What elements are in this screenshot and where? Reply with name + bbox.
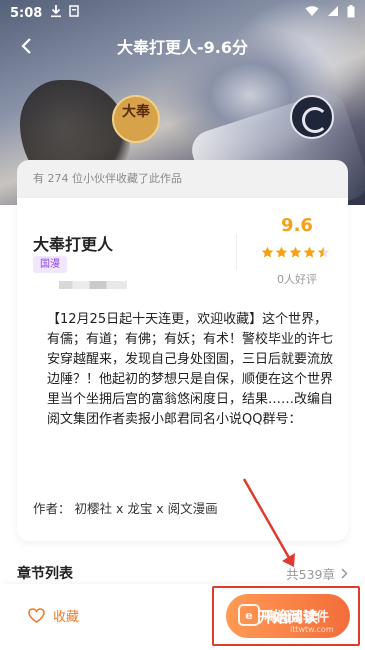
wifi-icon [305,5,319,21]
start-reading-label: 开始阅读 [257,607,318,626]
book-description: 【12月25日起十天连更，欢迎收藏】这个世界，有儒；有道；有佛；有妖；有术！警校… [47,312,334,427]
chapter-count-link[interactable]: 共539章 [286,564,348,583]
bottom-action-bar: 收藏 开始阅读 [0,584,365,650]
cover-seal-text: 大奉 [122,104,150,120]
genre-tag[interactable]: 国漫 [33,256,67,273]
chapter-list-header: 章节列表 共539章 [17,562,348,584]
notification-icon [68,5,80,21]
start-reading-button[interactable]: 开始阅读 [226,594,350,638]
rating-score: 9.6 [281,215,313,236]
title-bar: 大奉打更人-9.6分 [0,26,365,66]
battery-icon [347,4,355,22]
star-icon [289,246,302,258]
back-button[interactable] [12,32,40,60]
collect-label: 收藏 [53,610,80,625]
chevron-right-icon [341,567,348,579]
star-icon [275,246,288,258]
collect-count-note: 有 274 位小伙伴收藏了此作品 [17,160,348,198]
rating-stars [261,246,330,258]
obscured-qq-number [59,281,127,289]
chapter-list-title: 章节列表 [17,566,73,582]
book-info-card: 大奉打更人 国漫 9.6 0人好评 【12月25日起十天连更，欢迎收藏】这个世界… [17,198,348,541]
download-icon [50,4,62,22]
book-title: 大奉打更人 [33,235,114,254]
status-time: 5:08 [10,5,43,21]
rating-count: 0人好评 [277,273,317,286]
signal-icon [327,5,339,21]
status-bar: 5:08 [0,0,365,26]
back-arrow-icon [21,38,31,54]
collect-count-text: 有 274 位小伙伴收藏了此作品 [33,172,182,185]
collect-button[interactable]: 收藏 [28,606,79,625]
cover-seal: 大奉 [112,95,160,143]
heart-icon [28,608,45,623]
star-icon [317,246,330,258]
star-icon [261,246,274,258]
cover-emblem [290,95,334,139]
chapter-count-text: 共539章 [286,566,335,582]
divider [236,234,237,270]
page-title: 大奉打更人-9.6分 [117,38,248,57]
authors-line: 作者： 初樱社 x 龙宝 x 阅文漫画 [33,501,218,516]
star-icon [303,246,316,258]
